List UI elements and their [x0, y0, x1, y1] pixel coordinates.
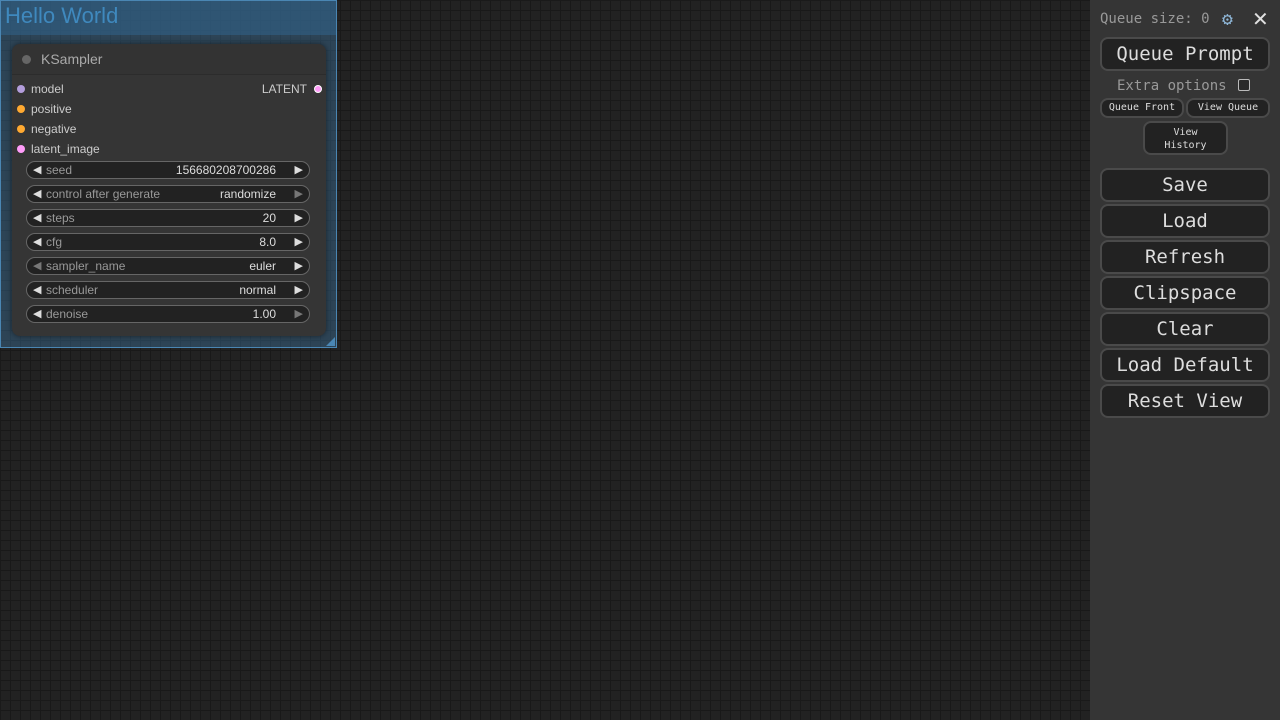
close-icon[interactable]: ✕ — [1252, 7, 1269, 31]
side-menu: Queue size: 0 ⚙ ✕ Queue Prompt Extra opt… — [1090, 0, 1280, 720]
clipspace-button[interactable]: Clipspace — [1100, 276, 1270, 310]
output-label-latent: LATENT — [261, 82, 307, 96]
widget-scheduler[interactable]: ◀ scheduler normal ▶ — [26, 281, 310, 299]
widget-control-after-generate[interactable]: ◀ control after generate randomize ▶ — [26, 185, 310, 203]
widget-seed[interactable]: ◀ seed 156680208700286 ▶ — [26, 161, 310, 179]
widget-name: denoise — [46, 307, 89, 321]
widget-name: scheduler — [46, 283, 99, 297]
widget-name: cfg — [46, 235, 63, 249]
widget-value: randomize — [219, 187, 276, 201]
group-hello-world[interactable]: Hello World KSampler model positive nega… — [0, 0, 337, 348]
decrement-arrow-icon[interactable]: ◀ — [33, 307, 41, 320]
input-label-model: model — [31, 82, 64, 96]
widget-denoise[interactable]: ◀ denoise 1.00 ▶ — [26, 305, 310, 323]
input-dot-positive[interactable] — [17, 105, 25, 113]
queue-prompt-button[interactable]: Queue Prompt — [1100, 37, 1270, 71]
widget-value: 8.0 — [259, 235, 276, 249]
widget-cfg[interactable]: ◀ cfg 8.0 ▶ — [26, 233, 310, 251]
increment-arrow-icon[interactable]: ▶ — [295, 283, 303, 296]
widget-sampler-name[interactable]: ◀ sampler_name euler ▶ — [26, 257, 310, 275]
increment-arrow-icon[interactable]: ▶ — [295, 163, 303, 176]
widget-name: steps — [46, 211, 75, 225]
node-collapse-dot[interactable] — [22, 55, 31, 64]
load-default-button[interactable]: Load Default — [1100, 348, 1270, 382]
decrement-arrow-icon[interactable]: ◀ — [33, 211, 41, 224]
reset-view-button[interactable]: Reset View — [1100, 384, 1270, 418]
input-dot-model[interactable] — [17, 85, 25, 93]
input-dot-negative[interactable] — [17, 125, 25, 133]
decrement-arrow-icon[interactable]: ◀ — [33, 163, 41, 176]
increment-arrow-icon[interactable]: ▶ — [295, 187, 303, 200]
widget-value: 1.00 — [252, 307, 276, 321]
widget-name: control after generate — [46, 187, 161, 201]
decrement-arrow-icon[interactable]: ◀ — [33, 235, 41, 248]
view-history-button[interactable]: View History — [1143, 121, 1228, 155]
widget-steps[interactable]: ◀ steps 20 ▶ — [26, 209, 310, 227]
widget-value: euler — [249, 259, 276, 273]
widget-value: 156680208700286 — [175, 163, 276, 177]
clear-button[interactable]: Clear — [1100, 312, 1270, 346]
queue-front-button[interactable]: Queue Front — [1100, 98, 1184, 118]
input-label-latent-image: latent_image — [31, 142, 100, 156]
input-label-positive: positive — [31, 102, 72, 116]
widget-value: normal — [239, 283, 276, 297]
extra-options-label: Extra options — [1117, 78, 1227, 94]
save-button[interactable]: Save — [1100, 168, 1270, 202]
widget-value: 20 — [262, 211, 276, 225]
group-resize-handle[interactable] — [326, 337, 335, 346]
view-queue-button[interactable]: View Queue — [1186, 98, 1270, 118]
ksampler-node[interactable]: KSampler model positive negative latent_… — [12, 44, 326, 336]
extra-options-checkbox[interactable] — [1238, 79, 1250, 91]
decrement-arrow-icon[interactable]: ◀ — [33, 259, 41, 272]
decrement-arrow-icon[interactable]: ◀ — [33, 283, 41, 296]
widget-name: sampler_name — [46, 259, 126, 273]
increment-arrow-icon[interactable]: ▶ — [295, 211, 303, 224]
increment-arrow-icon[interactable]: ▶ — [295, 235, 303, 248]
increment-arrow-icon[interactable]: ▶ — [295, 307, 303, 320]
refresh-button[interactable]: Refresh — [1100, 240, 1270, 274]
input-label-negative: negative — [31, 122, 77, 136]
group-title: Hello World — [5, 3, 119, 28]
queue-size-label: Queue size: 0 — [1100, 11, 1210, 27]
decrement-arrow-icon[interactable]: ◀ — [33, 187, 41, 200]
load-button[interactable]: Load — [1100, 204, 1270, 238]
increment-arrow-icon[interactable]: ▶ — [295, 259, 303, 272]
input-dot-latent-image[interactable] — [17, 145, 25, 153]
output-dot-latent[interactable] — [314, 85, 322, 93]
node-header[interactable]: KSampler — [12, 44, 326, 75]
gear-icon[interactable]: ⚙ — [1222, 9, 1233, 30]
node-title: KSampler — [41, 51, 103, 67]
widget-name: seed — [46, 163, 73, 177]
